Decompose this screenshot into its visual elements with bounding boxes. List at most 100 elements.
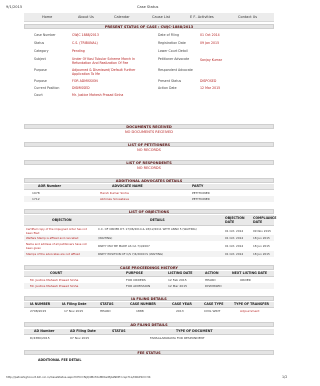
cell: C.C. OF ORDER DT. 17/06/2014 & 18/12/201… bbox=[98, 227, 197, 231]
ad-header-row bbox=[24, 329, 274, 335]
col-ia-transfer: TYPE OF TRANSFER bbox=[234, 302, 269, 306]
cell: 01 Oct. 2014 bbox=[225, 252, 244, 256]
field-value: 12 Mar 2015 bbox=[200, 86, 221, 90]
field-label: Current Position bbox=[34, 86, 60, 90]
cell: Mr. Justice Mahesh Prasad Sinha bbox=[30, 278, 79, 282]
field-label: Action Date bbox=[158, 86, 177, 90]
fee-heading: FEE STATUS bbox=[24, 350, 274, 355]
advocates-heading: ADDITIONAL ADVOCATES DETAILS bbox=[24, 178, 274, 183]
respondents-heading: LIST OF RESPONDENTS bbox=[24, 160, 274, 165]
field-value: Mr. Justice Mahesh Prasad Sinha bbox=[72, 93, 124, 97]
col-ia-date: IA Filing Date bbox=[62, 302, 87, 306]
col-ia-number: IA NUMBER bbox=[30, 302, 51, 306]
present-status-heading: PRESENT STATUS OF CASE : CWJC-1888/2013 bbox=[24, 24, 274, 29]
cell: 01 Oct. 2014 bbox=[225, 236, 244, 240]
cell: D/4380/2015 bbox=[30, 336, 50, 340]
col-compliance-date: COMPLIANCE DATE bbox=[253, 216, 277, 224]
field-value: Pending bbox=[72, 49, 85, 53]
col-details: DETAILS bbox=[150, 218, 165, 222]
field-value: Under Of Kosi Tubular Scheme March In Re… bbox=[72, 57, 135, 65]
cell: 18 Jun 2015 bbox=[253, 252, 270, 256]
cell: 18 Jun 2015 bbox=[253, 236, 270, 240]
col-next-listing: NEXT LISTING DATE bbox=[232, 271, 268, 275]
cell: Stamps of the advocates are not affixed bbox=[26, 252, 80, 256]
cell: PARTY MAY BE MADE AS CA 7/4/2007 bbox=[98, 244, 150, 248]
col-objection-date: OBJECTION DATE bbox=[225, 216, 245, 224]
cell: FOR ADMISSION bbox=[126, 284, 151, 288]
cell: 1712 bbox=[32, 197, 40, 201]
col-court: COURT bbox=[50, 271, 63, 275]
field-label: Respondent Advocate bbox=[158, 68, 193, 72]
cell: 1888 bbox=[136, 309, 144, 313]
respondents-empty: NO RECORDS bbox=[137, 166, 161, 170]
cell: HEARD bbox=[100, 309, 111, 313]
col-ad-doc-type: TYPE OF DOCUMENT bbox=[176, 329, 213, 333]
objections-heading: LIST OF OBJECTIONS bbox=[24, 209, 274, 214]
page-title: Case Status bbox=[137, 5, 159, 9]
cell: 07 Nov 2015 bbox=[70, 336, 90, 340]
print-date: 9/1/2015 bbox=[6, 5, 23, 9]
col-advocate: ADVOCATE NAME bbox=[112, 184, 143, 188]
field-label: Court bbox=[34, 93, 43, 97]
cell: PETITIONER bbox=[192, 197, 210, 201]
menu-cause-list[interactable]: Cause List bbox=[152, 15, 170, 19]
ia-heading: IA FILING DETAILS bbox=[24, 296, 274, 301]
field-label: Date of Filing bbox=[158, 33, 180, 37]
cell: 18 Jun 2015 bbox=[253, 244, 270, 248]
col-action: ACTION bbox=[205, 271, 219, 275]
field-value: 09 Jan 2015 bbox=[200, 41, 220, 45]
field-value: DISMISSED bbox=[72, 86, 90, 90]
cell: Abhinav Srivastava bbox=[100, 197, 129, 201]
documents-heading: DOCUMENTS RECEIVED bbox=[24, 124, 274, 129]
menu-about[interactable]: About Us bbox=[78, 15, 94, 19]
field-value: DISPOSED bbox=[200, 79, 217, 83]
field-label: Purpose bbox=[34, 68, 47, 72]
menu-contact[interactable]: Contact Us bbox=[238, 15, 257, 19]
field-value: FOR ADMISSION bbox=[72, 79, 98, 83]
footer-url: http://patnahighcourt.bih.nic.in/CaseSta… bbox=[6, 375, 151, 379]
cell: 17 Nov 2015 bbox=[64, 309, 84, 313]
cell: 12 Mar 2015 bbox=[168, 284, 188, 288]
col-listing-date: LISTING DATE bbox=[168, 271, 193, 275]
cell: HEARD bbox=[205, 278, 216, 282]
col-ad-date: AD Filing Date bbox=[70, 329, 96, 333]
cell: PETITIONER bbox=[192, 191, 210, 195]
col-aor: AOR Number bbox=[38, 184, 62, 188]
cell: Harsh Kumar Sinha bbox=[100, 191, 129, 195]
footer-page: 1/2 bbox=[282, 375, 288, 379]
field-label: Petitioner Advocate bbox=[158, 57, 190, 61]
cell: 09 Nov 2015 bbox=[253, 229, 271, 233]
col-objection: OBJECTION bbox=[52, 218, 72, 222]
field-value: 01 Oct 2014 bbox=[200, 33, 220, 37]
col-ad-status: STATUS bbox=[112, 329, 126, 333]
cell: 01 Oct. 2014 bbox=[225, 229, 244, 233]
documents-empty: NO DOCUMENTS RECEIVED bbox=[125, 130, 173, 134]
field-label: Status bbox=[34, 41, 45, 45]
col-ia-case-number: CASE NUMBER bbox=[130, 302, 156, 306]
cell: Mr. Justice Mahesh Prasad Sinha bbox=[30, 284, 79, 288]
col-purpose: PURPOSE bbox=[126, 271, 143, 275]
cell: 2013 bbox=[176, 309, 184, 313]
cell: 01 Oct. 2014 bbox=[225, 244, 244, 248]
top-menu: Home About Us Calendar Cause List E F- A… bbox=[24, 13, 274, 22]
field-label: Present Status bbox=[158, 79, 182, 83]
cell: FANSALAPARAMA FOR RESPONDENT bbox=[150, 336, 205, 340]
cell: Welfare Stamp is affixed and cancelled bbox=[26, 236, 79, 240]
field-value: CWJC 1888/2013 bbox=[72, 33, 99, 37]
additional-fee-detail: ADDITIONAL FEE DETAIL bbox=[38, 358, 82, 362]
petitioners-empty: NO RECORDS bbox=[137, 148, 161, 152]
field-value: C.S. (TRIBUNAL) bbox=[72, 41, 98, 45]
field-label: Subject bbox=[34, 57, 46, 61]
col-party: PARTY bbox=[192, 184, 204, 188]
field-label: Registration Date bbox=[158, 41, 186, 45]
cell: 1978 bbox=[32, 191, 40, 195]
menu-calendar[interactable]: Calendar bbox=[114, 15, 130, 19]
cell: 2708/2015 bbox=[30, 309, 47, 313]
cell: 12 Feb 2015 bbox=[168, 278, 187, 282]
cell: (WAITING) bbox=[98, 236, 113, 240]
field-label: Purpose bbox=[34, 79, 47, 83]
cell: Name and address of all petitioners have… bbox=[26, 242, 87, 250]
cell: FOR ORDERS bbox=[126, 278, 146, 282]
menu-efactivities[interactable]: E F- Activities bbox=[190, 15, 214, 19]
menu-home[interactable]: Home bbox=[42, 15, 52, 19]
